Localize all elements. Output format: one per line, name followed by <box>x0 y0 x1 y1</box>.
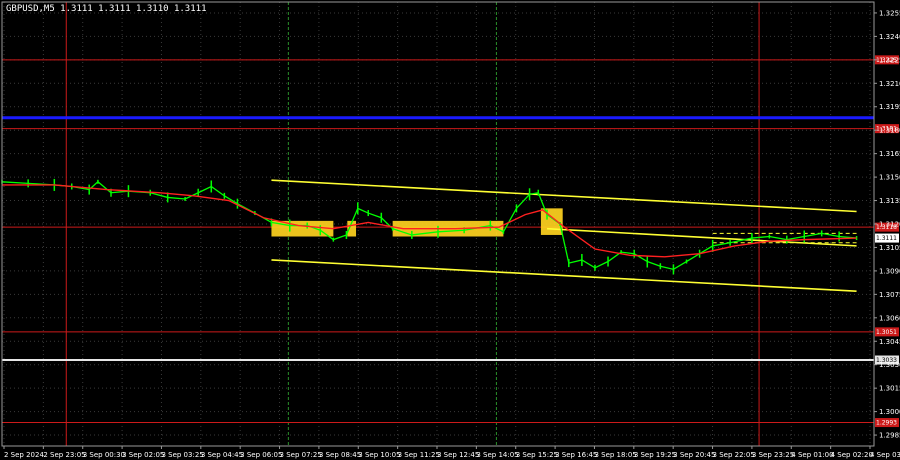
y-tick-label: 1.3000 <box>879 408 900 416</box>
level-label: 1.3051 <box>876 329 897 336</box>
chart-title: GBPUSD,M5 1.3111 1.3111 1.3110 1.3111 <box>6 4 206 14</box>
x-tick-label: 3 Sep 10:05 <box>358 451 400 459</box>
x-tick-label: 4 Sep 02:20 <box>831 451 873 459</box>
y-tick-label: 1.3015 <box>879 385 900 393</box>
y-tick-label: 1.3210 <box>879 80 900 88</box>
y-tick-label: 1.3135 <box>879 197 900 205</box>
x-tick-label: 3 Sep 15:25 <box>516 451 558 459</box>
x-tick-label: 3 Sep 02:05 <box>122 451 164 459</box>
y-tick-label: 1.3195 <box>879 103 900 111</box>
y-tick-label: 1.3120 <box>879 221 900 229</box>
x-tick-label: 4 Sep 03:40 <box>870 451 900 459</box>
y-tick-label: 1.3165 <box>879 150 900 158</box>
y-tick-label: 1.2985 <box>879 432 900 440</box>
x-tick-label: 3 Sep 12:45 <box>437 451 479 459</box>
level-label: 1.2993 <box>876 420 897 427</box>
y-tick-label: 1.3045 <box>879 338 900 346</box>
y-tick-label: 1.3105 <box>879 244 900 252</box>
consolidation-box <box>271 220 334 237</box>
x-tick-label: 2 Sep 2024 <box>4 451 44 459</box>
x-tick-label: 3 Sep 20:45 <box>673 451 715 459</box>
x-tick-label: 3 Sep 14:05 <box>476 451 518 459</box>
y-tick-label: 1.3255 <box>879 9 900 17</box>
consolidation-box <box>540 208 563 235</box>
x-tick-label: 3 Sep 22:05 <box>713 451 755 459</box>
y-tick-label: 1.3030 <box>879 361 900 369</box>
y-tick-label: 1.3075 <box>879 291 900 299</box>
x-tick-label: 3 Sep 07:25 <box>280 451 322 459</box>
x-tick-label: 3 Sep 06:05 <box>240 451 282 459</box>
x-tick-label: 3 Sep 04:45 <box>201 451 243 459</box>
x-tick-label: 2 Sep 23:05 <box>43 451 85 459</box>
y-tick-label: 1.3240 <box>879 33 900 41</box>
x-tick-label: 3 Sep 23:25 <box>752 451 794 459</box>
x-tick-label: 3 Sep 18:05 <box>594 451 636 459</box>
y-tick-label: 1.3090 <box>879 267 900 275</box>
x-tick-label: 3 Sep 00:30 <box>83 451 125 459</box>
price-chart[interactable]: 1.32251.31811.31181.30511.30331.2993 1.3… <box>0 0 900 460</box>
x-tick-label: 3 Sep 11:25 <box>398 451 440 459</box>
current-price-label: 1.3111 <box>876 235 897 242</box>
x-tick-label: 3 Sep 16:45 <box>555 451 597 459</box>
y-tick-label: 1.3060 <box>879 314 900 322</box>
y-tick-label: 1.3180 <box>879 127 900 135</box>
x-tick-label: 3 Sep 03:25 <box>161 451 203 459</box>
x-tick-label: 3 Sep 08:45 <box>319 451 361 459</box>
x-tick-label: 4 Sep 01:00 <box>791 451 833 459</box>
y-tick-label: 1.3150 <box>879 174 900 182</box>
x-tick-label: 3 Sep 19:25 <box>634 451 676 459</box>
y-tick-label: 1.3225 <box>879 56 900 64</box>
